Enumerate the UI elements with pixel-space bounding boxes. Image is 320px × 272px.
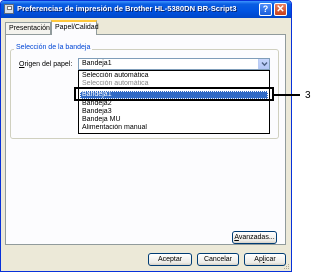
apply-label-post: icar	[264, 256, 276, 263]
callout-leader-line	[274, 94, 300, 96]
callout-highlight-frame	[74, 87, 274, 101]
option-bandeja3[interactable]: Bandeja3	[80, 108, 268, 116]
option-bandeja2[interactable]: Bandeja2	[80, 100, 268, 108]
combo-value: Bandeja1	[82, 60, 112, 67]
option-alimentacion-manual[interactable]: Alimentación manual	[80, 124, 268, 132]
ok-button[interactable]: Aceptar	[148, 253, 192, 266]
title-bar[interactable]: Preferencias de impresión de Brother HL-…	[1, 1, 291, 18]
combo-dropdown-button[interactable]	[258, 59, 269, 69]
paper-source-label: Origen del papel:	[19, 61, 72, 68]
help-button[interactable]: ?	[259, 3, 272, 16]
advanced-button[interactable]: Avanzadas...	[232, 231, 277, 244]
resize-grip-icon[interactable]	[282, 262, 290, 270]
printer-icon	[4, 4, 14, 14]
tab-papel-calidad[interactable]: Papel/Calidad	[51, 20, 99, 35]
apply-label-pre: Ap	[254, 256, 263, 263]
advanced-label: vanzadas...	[238, 234, 275, 241]
window-title: Preferencias de impresión de Brother HL-…	[17, 4, 237, 13]
close-button[interactable]: ✕	[274, 3, 287, 16]
apply-button[interactable]: Aplicar	[244, 253, 286, 266]
callout-number: 3	[305, 90, 311, 101]
tab-presentacion[interactable]: Presentación	[5, 22, 51, 34]
option-seleccion-automatica[interactable]: Selección automática	[80, 72, 268, 80]
option-bandeja-mu[interactable]: Bandeja MU	[80, 116, 268, 124]
paper-source-dropdown-list: Selección automática Selección automátic…	[78, 70, 270, 134]
paper-source-label-text: rigen del papel:	[24, 61, 73, 68]
cancel-button[interactable]: Cancelar	[197, 253, 239, 266]
group-label: Selección de la bandeja	[14, 44, 93, 51]
paper-source-combobox[interactable]: Bandeja1	[78, 58, 270, 70]
option-ghost-text: Selección automática	[82, 80, 149, 86]
chevron-down-icon	[261, 62, 268, 67]
